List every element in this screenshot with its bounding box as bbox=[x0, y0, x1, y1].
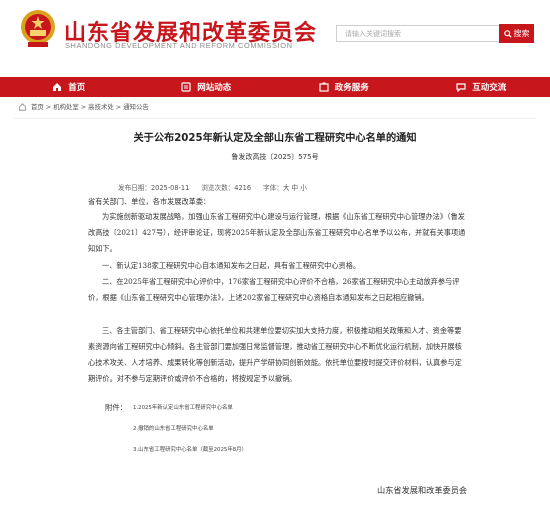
salutation: 省有关部门、单位，各市发展改革委： bbox=[88, 197, 211, 206]
search-icon bbox=[503, 29, 512, 38]
service-icon bbox=[319, 82, 329, 92]
nav-item-label: 政务服务 bbox=[334, 83, 369, 93]
breadcrumb: 首页 > 机构处室 > 高技术处 > 通知公告 bbox=[18, 102, 149, 111]
site-header: 山东省发展和改革委员会 SHANDONG DEVELOPMENT AND REF… bbox=[0, 0, 550, 66]
attachments-label: 附件： bbox=[105, 403, 128, 412]
nav-item-label: 网站动态 bbox=[197, 83, 232, 93]
search-input[interactable]: 请输入关键词搜索 bbox=[336, 25, 501, 42]
nav-item-home[interactable]: 首页 bbox=[0, 77, 138, 97]
national-emblem-icon bbox=[21, 10, 55, 47]
main-nav: 首页 网站动态 政务服务 互动交流 bbox=[0, 77, 550, 97]
font-size-switch[interactable]: 字体：大 中 小 bbox=[263, 182, 307, 192]
news-icon bbox=[181, 82, 191, 92]
home-icon bbox=[53, 83, 62, 91]
location-icon bbox=[18, 102, 27, 111]
nav-item-interaction[interactable]: 互动交流 bbox=[413, 77, 550, 97]
paragraph-item-3: 三、各主管部门、省工程研究中心依托单位和共建单位要切实加大支持力度，积极推动相关… bbox=[88, 326, 462, 383]
attachment-link[interactable]: 3.山东省工程研究中心名单（截至2025年8月） bbox=[133, 445, 247, 453]
search-button-label: 搜索 bbox=[513, 29, 530, 38]
nav-item-service[interactable]: 政务服务 bbox=[275, 77, 413, 97]
article-panel bbox=[14, 118, 536, 522]
article-meta: 发布日期：2025-08-11 浏览次数：4216 字体：大 中 小 bbox=[118, 182, 307, 192]
chat-icon bbox=[456, 83, 466, 92]
issuing-authority: 山东省发展和改革委员会 bbox=[377, 485, 468, 495]
attachment-link[interactable]: 2.撤销的山东省工程研究中心名单 bbox=[133, 424, 214, 432]
nav-item-label: 互动交流 bbox=[472, 83, 507, 93]
publish-date: 发布日期：2025-08-11 bbox=[118, 184, 190, 192]
nav-item-label: 首页 bbox=[68, 83, 86, 93]
article-title: 关于公布2025年新认定及全部山东省工程研究中心名单的通知 bbox=[133, 133, 417, 144]
attachment-link[interactable]: 1.2025年新认定山东省工程研究中心名单 bbox=[133, 403, 233, 411]
breadcrumb-text[interactable]: 首页 > 机构处室 > 高技术处 > 通知公告 bbox=[31, 102, 149, 111]
search-button[interactable]: 搜索 bbox=[499, 24, 534, 43]
view-count: 浏览次数：4216 bbox=[201, 184, 252, 192]
document-number: 鲁发改高技〔2025〕575号 bbox=[231, 153, 319, 161]
paragraph-item-2: 二、在2025年省工程研究中心评价中，176家省工程研究中心评价不合格，26家省… bbox=[88, 277, 460, 302]
site-subtitle: SHANDONG DEVELOPMENT AND REFORM COMMISSI… bbox=[65, 41, 293, 50]
paragraph-intro: 为实施创新驱动发展战略，加强山东省工程研究中心建设与运行管理，根据《山东省工程研… bbox=[88, 212, 466, 253]
paragraph-item-1: 一、新认定138家工程研究中心自本通知发布之日起，具有省工程研究中心资格。 bbox=[102, 261, 361, 270]
nav-item-news[interactable]: 网站动态 bbox=[138, 77, 276, 97]
